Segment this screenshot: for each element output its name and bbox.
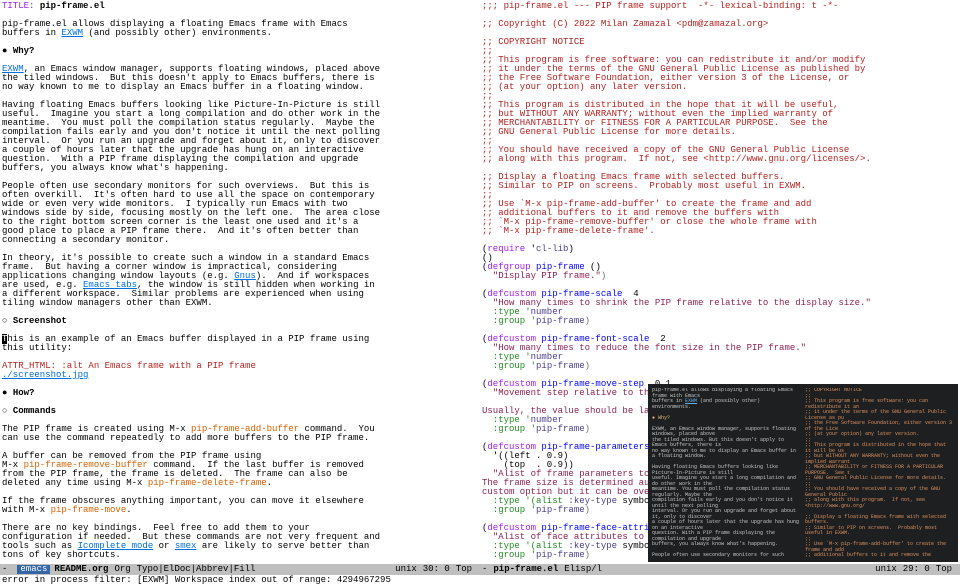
p1d: no way known to me to display an Emacs b… <box>2 82 364 92</box>
exwm-link[interactable]: EXWM <box>61 28 83 38</box>
c4d: or <box>153 541 175 551</box>
intro-line2b: (and possibly other) environments. <box>83 28 272 38</box>
thumb-right-pane: ;; COPYRIGHT NOTICE ;; ;; This program i… <box>805 388 954 558</box>
screenshot-link[interactable]: ./screenshot.jpg <box>2 370 88 380</box>
ml-status: - <box>2 565 7 574</box>
c2e: deleted any time using M-x <box>2 478 148 488</box>
ml-major-mode: Org <box>114 565 130 574</box>
p3g: connecting a secondary monitor. <box>2 235 169 245</box>
cn18: ;; Similar to PIP on screens. Probably m… <box>482 181 806 191</box>
mlr-encoding: unix <box>875 565 897 574</box>
require-cl-lib: (require 'cl-lib) <box>482 244 574 254</box>
c4e: are likely to serve better than <box>196 541 369 551</box>
c1c: can use the command repeatedly to add mo… <box>2 433 369 443</box>
cn-head: ;; COPYRIGHT NOTICE <box>482 37 585 47</box>
heading-commands: ○ Commands <box>2 406 56 416</box>
c2f: . <box>267 478 272 488</box>
modeline-left[interactable]: - emacs README.org Org Typo|ElDoc|Abbrev… <box>0 564 480 575</box>
c4f: tons of key shortcuts. <box>2 550 121 560</box>
ml-emacs-tag: emacs <box>17 565 50 574</box>
mlr-position: 29: 0 <box>903 565 930 574</box>
mlr-percent: Top <box>936 565 952 574</box>
ss1b: this utility: <box>2 343 72 353</box>
org-title-value: pip-frame.el <box>40 1 105 11</box>
p2h: buffers, you always know what's happenin… <box>2 163 229 173</box>
ml-position: 30: 0 <box>423 565 450 574</box>
mlr-status: - <box>482 565 487 574</box>
minibuffer[interactable]: error in process filter: [EXWM] Workspac… <box>0 575 960 586</box>
ml-percent: Top <box>456 565 472 574</box>
header-comment: ;;; pip-frame.el --- PIP frame support -… <box>482 1 838 11</box>
copyright-line: ;; Copyright (C) 2022 Milan Zamazal <pdm… <box>482 19 768 29</box>
elisp-buffer[interactable]: ;;; pip-frame.el --- PIP frame support -… <box>480 0 960 564</box>
defgroup: (defgroup pip-frame () "Display PIP fram… <box>482 262 606 281</box>
c3b: with M-x <box>2 505 51 515</box>
cmd-move: pip-frame-move <box>51 505 127 515</box>
defcustom-font-scale: (defcustom pip-frame-font-scale 2 "How m… <box>482 334 806 371</box>
smex-link[interactable]: smex <box>175 541 197 551</box>
heading-how: ● How? <box>2 388 34 398</box>
pip-frame-thumbnail[interactable]: pip-frame.el allows displaying a floatin… <box>648 384 958 562</box>
p4h: tiling window managers other than EXWM. <box>2 298 213 308</box>
ml-minor-modes: Typo|ElDoc|Abbrev|Fill <box>137 565 256 574</box>
readme-buffer[interactable]: TITLE: pip-frame.el pip-frame.el allows … <box>0 0 480 564</box>
cmd-delete-frame: pip-frame-delete-frame <box>148 478 267 488</box>
ml-encoding: unix <box>395 565 417 574</box>
ml-buffer-name: README.org <box>54 565 108 574</box>
defcustom-scale: (defcustom pip-frame-scale 4 "How many t… <box>482 289 871 326</box>
mlr-buffer-name: pip-frame.el <box>493 565 558 574</box>
cn23: ;; `M-x pip-frame-delete-frame'. <box>482 226 655 236</box>
heading-screenshot: ○ Screenshot <box>2 316 67 326</box>
thumb-left-pane: pip-frame.el allows displaying a floatin… <box>652 388 801 558</box>
cn16: ;; along with this program. If not, see … <box>482 154 871 164</box>
heading-why: ● Why? <box>2 46 34 56</box>
modeline-right[interactable]: - pip-frame.el Elisp/l unix 29: 0 Top <box>480 564 960 575</box>
org-title-keyword: TITLE: <box>2 1 34 11</box>
mlr-major-mode: Elisp/l <box>564 565 602 574</box>
c3c: . <box>126 505 131 515</box>
cn8: ;; (at your option) any later version. <box>482 82 687 92</box>
intro-line2a: buffers in <box>2 28 61 38</box>
cn13: ;; GNU General Public License for more d… <box>482 127 736 137</box>
